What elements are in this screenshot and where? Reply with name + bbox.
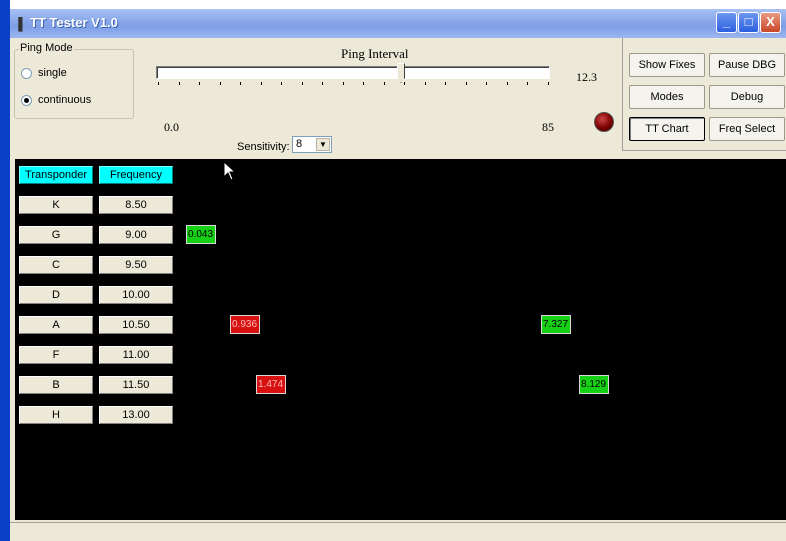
minimize-icon: _ <box>722 14 731 29</box>
title-bar[interactable]: ▐ TT Tester V1.0 _ □ X <box>10 9 786 38</box>
show-fixes-button[interactable]: Show Fixes <box>629 53 705 77</box>
slider-tick <box>322 82 323 85</box>
slider-tick <box>260 82 262 85</box>
button-panel: Show Fixes Pause DBG Modes Debug TT Char… <box>622 38 786 151</box>
transponder-cell: K <box>19 196 93 214</box>
window-left-edge <box>0 0 10 541</box>
radio-single[interactable]: single <box>21 67 67 79</box>
slider-tick <box>158 82 159 85</box>
transponder-display: Transponder Frequency K 8.50 G 9.00 C 9.… <box>15 159 786 520</box>
pause-dbg-button[interactable]: Pause DBG <box>709 53 785 77</box>
range-marker: 1.474 <box>256 375 286 394</box>
sensitivity-value: 8 <box>296 138 303 150</box>
slider-ticks <box>158 82 549 88</box>
app-icon: ▐ <box>14 17 23 31</box>
slider-tick <box>465 82 467 85</box>
close-icon: X <box>766 14 775 29</box>
frequency-cell: 10.00 <box>99 286 173 304</box>
range-marker: 7.327 <box>541 315 571 334</box>
close-button[interactable]: X <box>760 12 781 33</box>
header-frequency: Frequency <box>99 166 173 184</box>
radio-selected-dot <box>24 97 29 103</box>
radio-single-circle[interactable] <box>21 67 32 79</box>
slider-min-label: 0.0 <box>164 120 179 134</box>
frequency-cell: 11.00 <box>99 346 173 364</box>
range-marker: 8.129 <box>579 375 609 394</box>
ping-interval-value: 12.3 <box>576 70 597 84</box>
slider-tick <box>527 82 528 85</box>
debug-button[interactable]: Debug <box>709 85 785 109</box>
transponder-cell: B <box>19 376 93 394</box>
window-title: TT Tester V1.0 <box>30 15 118 30</box>
status-led-icon <box>594 112 614 132</box>
transponder-cell: H <box>19 406 93 424</box>
slider-tick <box>342 82 344 85</box>
slider-tick <box>424 82 426 85</box>
slider-tick <box>219 82 221 85</box>
sensitivity-select[interactable]: 8 ▼ <box>292 136 332 153</box>
app-window: ▐ TT Tester V1.0 _ □ X Ping Mode single … <box>0 0 786 541</box>
slider-tick <box>240 82 241 85</box>
slider-tick <box>383 82 385 85</box>
range-marker: 0.936 <box>230 315 260 334</box>
ping-mode-group: Ping Mode single continuous <box>14 42 134 119</box>
slider-tick <box>404 82 405 85</box>
range-marker: 0.043 <box>186 225 216 244</box>
ping-interval-slider-track[interactable] <box>156 66 550 79</box>
mouse-cursor-icon <box>224 162 236 181</box>
slider-tick <box>547 82 549 85</box>
ping-interval-slider-thumb[interactable] <box>397 63 405 83</box>
freq-select-button[interactable]: Freq Select <box>709 117 785 141</box>
tt-chart-button[interactable]: TT Chart <box>629 117 705 141</box>
slider-tick <box>506 82 508 85</box>
transponder-cell: F <box>19 346 93 364</box>
slider-tick <box>301 82 303 85</box>
maximize-button[interactable]: □ <box>738 12 759 33</box>
frequency-cell: 9.00 <box>99 226 173 244</box>
frequency-cell: 10.50 <box>99 316 173 334</box>
transponder-cell: G <box>19 226 93 244</box>
slider-tick <box>363 82 364 85</box>
radio-continuous-label: continuous <box>38 94 92 106</box>
chevron-down-icon[interactable]: ▼ <box>316 138 330 151</box>
radio-continuous-circle[interactable] <box>21 94 32 106</box>
ping-mode-legend: Ping Mode <box>19 42 74 54</box>
transponder-cell: A <box>19 316 93 334</box>
header-transponder: Transponder <box>19 166 93 184</box>
frequency-cell: 13.00 <box>99 406 173 424</box>
frequency-cell: 11.50 <box>99 376 173 394</box>
slider-max-label: 85 <box>542 120 554 134</box>
radio-continuous[interactable]: continuous <box>21 94 91 106</box>
slider-tick <box>486 82 487 85</box>
status-bar <box>10 522 786 541</box>
slider-tick <box>178 82 180 85</box>
ping-interval-label: Ping Interval <box>341 46 409 61</box>
frequency-cell: 8.50 <box>99 196 173 214</box>
sensitivity-label: Sensitivity: <box>237 141 290 153</box>
client-area: Ping Mode single continuous Ping Interva… <box>10 38 786 541</box>
slider-tick <box>199 82 200 85</box>
maximize-icon: □ <box>744 14 753 29</box>
slider-tick <box>445 82 446 85</box>
radio-single-label: single <box>38 67 67 79</box>
slider-tick <box>281 82 282 85</box>
modes-button[interactable]: Modes <box>629 85 705 109</box>
frequency-cell: 9.50 <box>99 256 173 274</box>
transponder-cell: D <box>19 286 93 304</box>
minimize-button[interactable]: _ <box>716 12 737 33</box>
transponder-cell: C <box>19 256 93 274</box>
